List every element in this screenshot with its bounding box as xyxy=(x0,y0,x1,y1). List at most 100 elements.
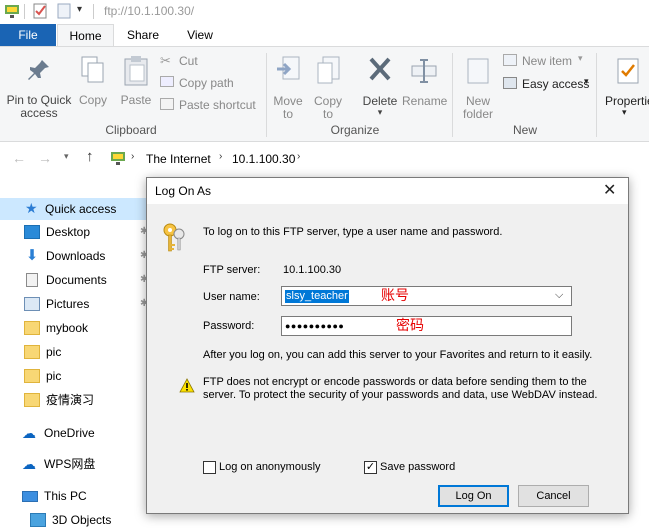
nav-item-pic[interactable]: pic xyxy=(24,365,61,387)
rename-label: Rename xyxy=(402,94,448,108)
nav-label: OneDrive xyxy=(44,426,95,440)
paste-shortcut-button[interactable]: Paste shortcut xyxy=(160,97,264,115)
nav-item-wps[interactable]: ☁ WPS网盘 xyxy=(22,453,95,475)
nav-item-documents[interactable]: Documents xyxy=(24,269,107,291)
chevron-down-icon[interactable]: ▾ xyxy=(77,4,82,15)
nav-label: Quick access xyxy=(45,202,117,216)
after-logon-text: After you log on, you can add this serve… xyxy=(203,349,593,361)
new-folder-button[interactable]: New folder xyxy=(458,51,498,121)
clipboard-icon xyxy=(124,56,148,86)
cloud-icon: ☁ xyxy=(22,456,36,472)
title-bar: ▾ ftp://10.1.100.30/ xyxy=(0,0,649,24)
copy-button[interactable]: Copy xyxy=(76,51,110,119)
breadcrumb-ftp-server[interactable]: 10.1.100.30 xyxy=(232,152,295,166)
nav-item-pic[interactable]: pic xyxy=(24,341,61,363)
nav-item-epidemic-drill[interactable]: 疫情演习 xyxy=(24,389,94,411)
copy-to-button[interactable]: Copy to xyxy=(310,51,346,121)
cut-button[interactable]: ✂ Cut xyxy=(160,53,260,71)
easy-access-button[interactable]: Easy access ▾ xyxy=(502,76,598,94)
document-icon xyxy=(26,273,38,287)
nav-label: pic xyxy=(46,369,62,383)
new-folder-label-2: folder xyxy=(462,107,494,121)
delete-button[interactable]: Delete ▾ xyxy=(360,51,400,119)
nav-item-this-pc[interactable]: This PC xyxy=(22,485,87,507)
rename-button[interactable]: Rename xyxy=(402,51,448,119)
clipboard-group-label: Clipboard xyxy=(105,123,157,137)
ribbon-tabs: File Home Share View xyxy=(0,24,649,46)
password-value: ●●●●●●●●●● xyxy=(285,321,345,331)
nav-label: Documents xyxy=(46,273,107,287)
ribbon-separator xyxy=(266,53,267,137)
back-arrow-icon[interactable]: ← xyxy=(12,150,26,166)
logon-button[interactable]: Log On xyxy=(438,485,509,507)
desktop-icon xyxy=(24,225,40,239)
window-title: ftp://10.1.100.30/ xyxy=(104,4,195,18)
download-arrow-icon: ⬇ xyxy=(25,247,39,264)
copy-path-button[interactable]: Copy path xyxy=(160,75,260,93)
tab-file[interactable]: File xyxy=(0,24,56,46)
nav-label: 3D Objects xyxy=(52,513,112,527)
tab-home[interactable]: Home xyxy=(57,24,114,46)
nav-item-mybook[interactable]: mybook xyxy=(24,317,88,339)
move-to-button[interactable]: Move to xyxy=(270,51,306,121)
paste-shortcut-label: Paste shortcut xyxy=(179,98,256,112)
username-combobox[interactable]: slsy_teacher 账号 ⌵ xyxy=(281,286,572,306)
username-value: slsy_teacher xyxy=(285,290,349,303)
properties-quick-icon[interactable] xyxy=(32,3,48,19)
dialog-title-bar: Log On As ✕ xyxy=(147,178,628,204)
chevron-down-icon: ▾ xyxy=(578,53,583,63)
up-arrow-icon[interactable]: ↑ xyxy=(86,148,94,165)
server-label: FTP server: xyxy=(203,264,261,276)
chevron-down-icon: ▾ xyxy=(622,107,627,117)
username-annotation: 账号 xyxy=(381,287,409,303)
organize-group-label: Organize xyxy=(330,123,380,137)
properties-button[interactable]: Properties ▾ xyxy=(602,51,649,119)
anonymous-checkbox[interactable]: Log on anonymously xyxy=(203,460,353,476)
dialog-title: Log On As xyxy=(155,184,212,198)
nav-label: WPS网盘 xyxy=(44,457,96,471)
new-folder-quick-icon[interactable] xyxy=(56,3,72,19)
nav-item-quick-access[interactable]: ★ Quick access xyxy=(0,198,146,220)
chevron-down-icon[interactable]: ⌵ xyxy=(555,289,563,302)
nav-item-pictures[interactable]: Pictures xyxy=(24,293,89,315)
nav-item-downloads[interactable]: ⬇ Downloads xyxy=(24,245,106,267)
breadcrumb-the-internet[interactable]: The Internet xyxy=(146,152,211,166)
forward-arrow-icon[interactable]: → xyxy=(38,150,52,166)
folder-icon xyxy=(24,321,40,335)
network-location-icon xyxy=(111,152,125,165)
pin-to-quick-access-button[interactable]: Pin to Quick access xyxy=(2,51,76,120)
tab-share[interactable]: Share xyxy=(114,24,172,46)
star-icon: ★ xyxy=(25,200,38,216)
nav-item-onedrive[interactable]: ☁ OneDrive xyxy=(22,422,95,444)
new-item-button[interactable]: New item ▾ xyxy=(502,53,592,71)
close-icon[interactable]: ✕ xyxy=(603,180,616,200)
copy-path-label: Copy path xyxy=(179,76,234,90)
copy-to-icon xyxy=(317,56,340,84)
easy-access-icon xyxy=(503,77,517,89)
nav-label: mybook xyxy=(46,321,89,335)
network-drive-icon xyxy=(5,5,19,18)
cancel-button[interactable]: Cancel xyxy=(518,485,589,507)
intro-text: To log on to this FTP server, type a use… xyxy=(203,226,503,238)
password-field[interactable]: ●●●●●●●●●● 密码 xyxy=(281,316,572,336)
new-item-icon xyxy=(503,54,517,66)
ribbon-separator xyxy=(596,53,597,137)
chevron-down-icon[interactable]: ▾ xyxy=(64,151,69,162)
tab-view[interactable]: View xyxy=(172,24,228,46)
easy-access-label: Easy access xyxy=(522,77,590,91)
new-group-label: New xyxy=(512,123,537,137)
nav-label: pic xyxy=(46,345,62,359)
paste-button[interactable]: Paste xyxy=(116,51,156,119)
logon-dialog: Log On As ✕ To log on to this FTP server… xyxy=(146,177,629,514)
copy-label: Copy xyxy=(78,93,107,107)
properties-label: Properties xyxy=(605,94,649,108)
nav-label: Downloads xyxy=(46,249,106,263)
save-password-checkbox[interactable]: ✓ Save password xyxy=(364,460,474,476)
warning-text-2: server. To protect the security of your … xyxy=(203,389,598,401)
nav-item-3d-objects[interactable]: 3D Objects xyxy=(30,509,111,531)
save-password-label: Save password xyxy=(380,461,456,473)
folder-icon xyxy=(24,345,40,359)
chevron-down-icon: ▾ xyxy=(584,76,589,86)
password-annotation: 密码 xyxy=(396,317,424,333)
nav-item-desktop[interactable]: Desktop xyxy=(24,221,90,243)
